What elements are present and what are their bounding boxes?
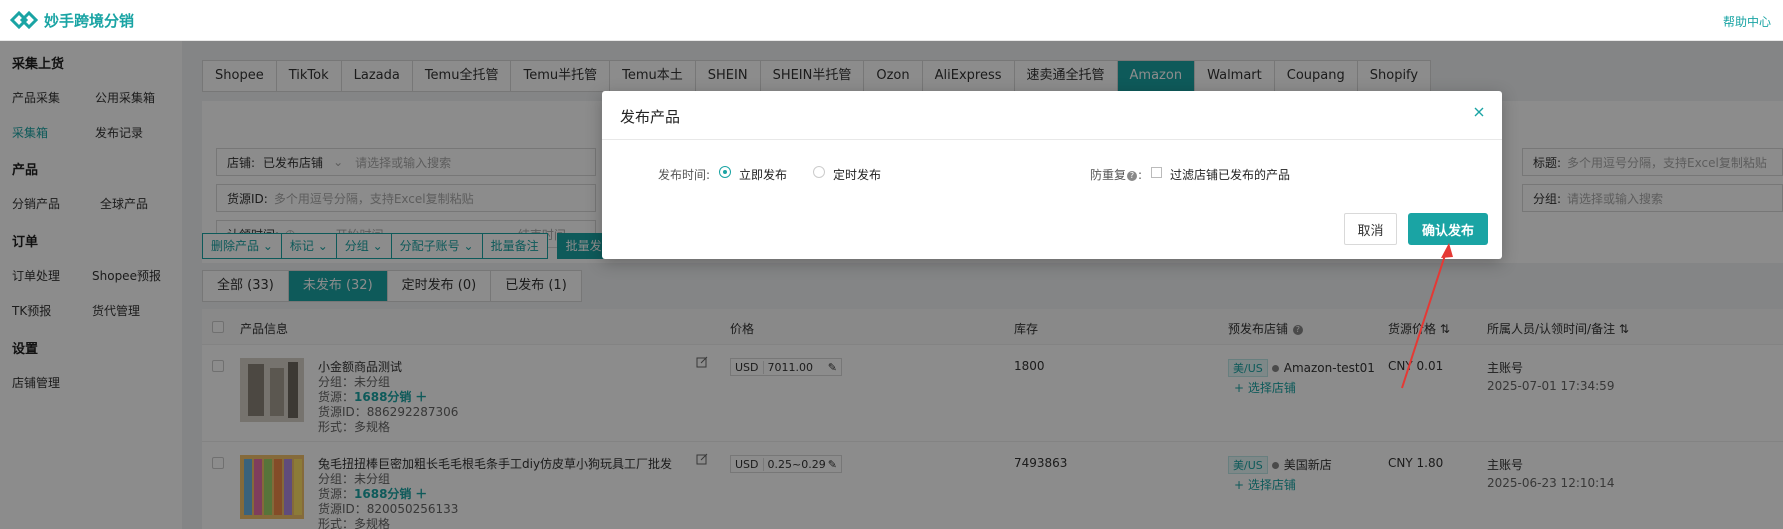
publish-product-modal: 发布产品 发布时间: 立即发布 定时发布 防重复?: 过滤店铺已发布的产品 取消… [602, 91, 1502, 259]
dedupe-checkbox[interactable] [1151, 167, 1162, 178]
radio-scheduled[interactable] [813, 166, 825, 178]
app-name: 妙手跨境分销 [44, 11, 135, 30]
modal-divider [602, 139, 1502, 140]
logo-icon [10, 10, 38, 30]
option-publish-now[interactable]: 立即发布 [739, 166, 787, 183]
radio-publish-now[interactable] [719, 166, 731, 178]
close-icon[interactable] [1472, 105, 1486, 119]
top-bar: 妙手跨境分销 帮助中心 [0, 0, 1783, 41]
cancel-button[interactable]: 取消 [1344, 213, 1397, 245]
modal-title: 发布产品 [620, 108, 681, 126]
help-circle-icon[interactable]: ? [1127, 170, 1138, 181]
logo[interactable]: 妙手跨境分销 [10, 9, 134, 31]
confirm-publish-button[interactable]: 确认发布 [1408, 213, 1488, 245]
publish-time-label: 发布时间: [658, 168, 711, 182]
option-scheduled[interactable]: 定时发布 [833, 166, 881, 183]
help-center-link[interactable]: 帮助中心 [1723, 13, 1771, 30]
dedupe-option-label[interactable]: 过滤店铺已发布的产品 [1170, 166, 1290, 183]
dedupe-label: 防重复?: [1090, 168, 1143, 182]
